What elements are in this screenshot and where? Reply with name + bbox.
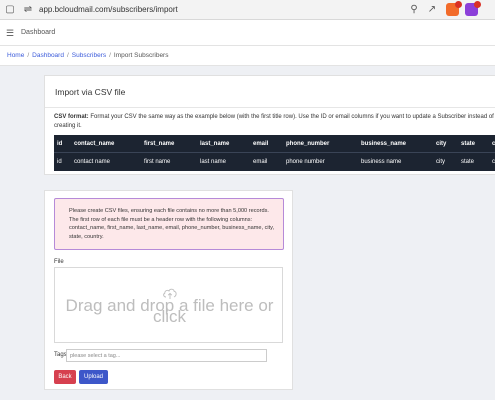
csv-format-label: CSV format: bbox=[54, 114, 89, 120]
share-icon[interactable]: ↗ bbox=[426, 4, 438, 16]
table-cell: state bbox=[461, 159, 475, 165]
table-header-cell: phone_number bbox=[286, 141, 330, 147]
table-cell: email bbox=[253, 159, 268, 165]
breadcrumb-separator: / bbox=[109, 52, 111, 59]
table-cell: phone number bbox=[286, 159, 325, 165]
header-title: Dashboard bbox=[21, 29, 56, 36]
shield-badge-icon bbox=[455, 1, 462, 8]
file-dropzone[interactable]: Drag and drop a file here or click bbox=[54, 267, 283, 343]
upload-button[interactable]: Upload bbox=[79, 370, 108, 384]
csv-format-description: CSV format: Format your CSV the same way… bbox=[54, 113, 495, 131]
breadcrumb: Home / Dashboard / Subscribers / Import Subscr… bbox=[0, 46, 495, 66]
divider bbox=[45, 107, 495, 108]
menu-icon[interactable]: ☰ bbox=[6, 27, 14, 39]
table-row: id contact name first name last name ema… bbox=[54, 153, 495, 171]
table-header-cell: city bbox=[436, 141, 447, 147]
file-label: File bbox=[54, 259, 64, 265]
upload-card: Please create CSV files, ensuring each f… bbox=[44, 190, 293, 390]
table-header-cell: business_name bbox=[361, 141, 407, 147]
table-cell: first name bbox=[144, 159, 171, 165]
csv-card-title: Import via CSV file bbox=[55, 87, 126, 97]
browser-toolbar: ▢ ⇌ app.bcloudmail.com/subscribers/impor… bbox=[0, 0, 495, 20]
page-icon[interactable]: ▢ bbox=[4, 4, 16, 16]
table-header-cell: first_name bbox=[144, 141, 175, 147]
tags-input[interactable] bbox=[66, 349, 267, 362]
csv-example-table: id contact_name first_name last_name ema… bbox=[54, 135, 495, 171]
tags-label: Tags bbox=[54, 352, 67, 358]
breadcrumb-separator: / bbox=[27, 52, 30, 59]
table-header-cell: id bbox=[57, 141, 63, 147]
rewards-badge-icon bbox=[474, 1, 481, 8]
table-cell: business name bbox=[361, 159, 402, 165]
csv-requirements-alert: Please create CSV files, ensuring each f… bbox=[54, 198, 284, 250]
alert-text: Please create CSV files, ensuring each f… bbox=[69, 208, 275, 240]
table-header-cell: email bbox=[253, 141, 269, 147]
back-button[interactable]: Back bbox=[54, 370, 76, 384]
breadcrumb-home[interactable]: Home bbox=[7, 52, 24, 59]
table-cell: id bbox=[57, 159, 62, 165]
breadcrumb-separator: / bbox=[66, 52, 69, 59]
table-cell: last name bbox=[200, 159, 227, 165]
dropzone-text: Drag and drop a file here or click bbox=[65, 296, 274, 326]
table-header-cell: state bbox=[461, 141, 476, 147]
csv-import-card: Import via CSV file CSV format: Format y… bbox=[44, 75, 495, 175]
brave-shield-icon[interactable] bbox=[446, 1, 462, 16]
breadcrumb-current: Import Subscribers bbox=[113, 52, 169, 59]
app-header: ☰ Dashboard bbox=[0, 20, 495, 46]
table-cell: city bbox=[436, 159, 445, 165]
breadcrumb-subscribers[interactable]: Subscribers bbox=[72, 52, 106, 59]
table-header-row: id contact_name first_name last_name ema… bbox=[54, 135, 495, 153]
table-header-cell: last_name bbox=[200, 141, 230, 147]
table-cell: contact name bbox=[74, 159, 111, 165]
table-header-cell: contact_name bbox=[74, 141, 115, 147]
site-settings-icon[interactable]: ⇌ bbox=[22, 4, 34, 16]
csv-format-text: Format your CSV the same way as the exam… bbox=[54, 114, 494, 129]
breadcrumb-dashboard[interactable]: Dashboard bbox=[32, 52, 64, 59]
address-bar[interactable]: app.bcloudmail.com/subscribers/import bbox=[39, 4, 178, 16]
zoom-icon[interactable]: ⚲ bbox=[408, 4, 420, 16]
brave-rewards-icon[interactable] bbox=[465, 1, 481, 16]
